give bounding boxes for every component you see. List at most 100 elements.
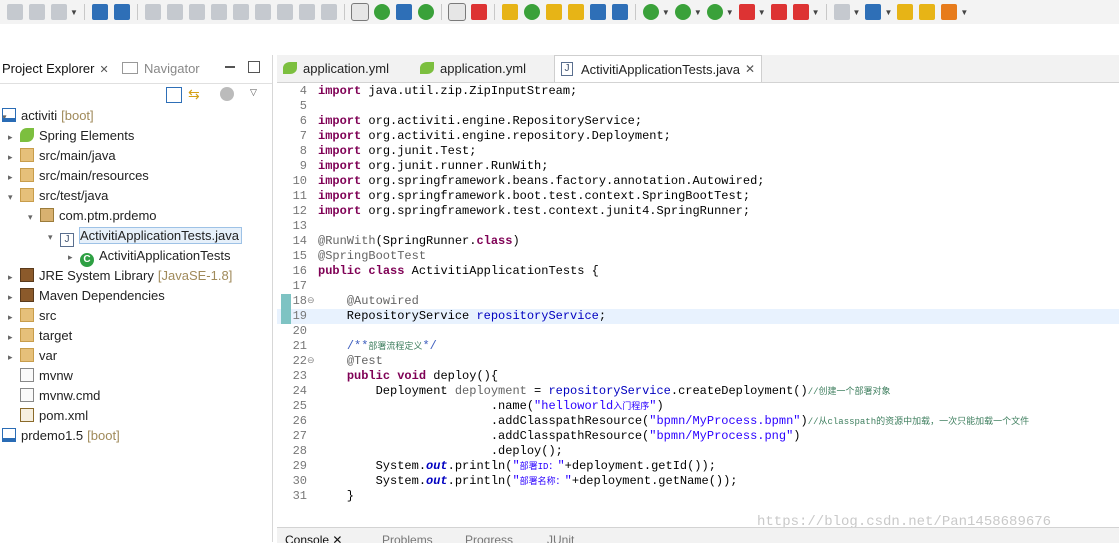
editor-tab-activiti-application-tests[interactable]: J ActivitiApplicationTests.java ✕	[554, 55, 762, 82]
spring-icon	[20, 128, 34, 142]
external-tools-icon[interactable]	[792, 4, 809, 20]
save-icon[interactable]	[7, 4, 23, 20]
step-into-icon[interactable]	[232, 4, 249, 20]
use-step-filters-icon[interactable]	[320, 4, 337, 20]
collapsed-arrow-icon[interactable]: ▸	[8, 167, 20, 187]
show-whitespace-icon[interactable]	[611, 4, 628, 20]
run-icon[interactable]	[674, 4, 691, 20]
run-last-tool-icon[interactable]	[738, 4, 755, 20]
drop-to-frame-icon[interactable]	[298, 4, 315, 20]
maximize-button[interactable]	[248, 61, 260, 73]
tree-item[interactable]: prdemo1.5 [boot]	[2, 426, 120, 446]
highlight-icon[interactable]	[545, 4, 562, 20]
stop-icon[interactable]	[770, 4, 787, 20]
spring-icon[interactable]	[865, 4, 882, 20]
suspend-icon[interactable]	[166, 4, 183, 20]
chevron-down-icon[interactable]: ▼	[70, 8, 78, 17]
new-server-icon[interactable]	[833, 4, 850, 20]
editor-tab-application-yml-1[interactable]: application.yml	[277, 55, 412, 82]
chevron-down-icon[interactable]: ▼	[853, 8, 861, 17]
tree-item[interactable]: ▸ Maven Dependencies	[8, 286, 165, 306]
monitor-icon[interactable]	[91, 4, 108, 20]
open-resource-icon[interactable]	[567, 4, 584, 20]
fold-icon[interactable]: ⊖	[307, 294, 315, 309]
collapsed-arrow-icon[interactable]: ▸	[8, 347, 20, 367]
skip-breakpoints-icon[interactable]	[113, 4, 130, 20]
save-all-icon[interactable]	[29, 4, 45, 20]
tree-item[interactable]: ▸ JRE System Library [JavaSE-1.8]	[8, 266, 232, 286]
tree-item[interactable]: mvnw	[8, 366, 73, 386]
open-task-icon[interactable]	[501, 4, 518, 20]
code-editor[interactable]: 4 import java.util.zip.ZipInputStream; 5 6 i…	[277, 82, 1119, 520]
collapsed-arrow-icon[interactable]: ▸	[8, 287, 20, 307]
chevron-down-icon[interactable]: ▼	[812, 8, 820, 17]
tree-item[interactable]: ▸ Spring Elements	[8, 126, 134, 146]
toggle-mark-occurrences-icon[interactable]	[350, 3, 369, 21]
collapsed-arrow-icon[interactable]: ▸	[8, 147, 20, 167]
tab-navigator[interactable]: Navigator	[122, 61, 200, 76]
chevron-down-icon[interactable]: ▼	[884, 8, 892, 17]
code-token: */	[422, 339, 437, 353]
step-return-icon[interactable]	[276, 4, 293, 20]
toggle-block-selection-icon[interactable]	[447, 3, 466, 21]
main-toolbar: ▼ ▼ ▼ ▼ ▼ ▼ ▼ ▼ ▼	[0, 0, 1119, 24]
chevron-down-icon[interactable]: ▼	[758, 8, 766, 17]
tree-item[interactable]: pom.xml	[8, 406, 88, 426]
open-folder-icon[interactable]	[897, 4, 914, 20]
spring-boot-dashboard-icon[interactable]	[417, 4, 434, 20]
eclipse-marketplace-icon[interactable]	[470, 4, 487, 20]
tree-item[interactable]: ▾ src/test/java	[8, 186, 108, 206]
publish-icon[interactable]	[51, 4, 67, 20]
chevron-down-icon[interactable]: ▼	[694, 8, 702, 17]
spring-launch-icon[interactable]	[941, 4, 958, 20]
code-line: 31 }	[277, 489, 1119, 504]
tab-project-explorer[interactable]: Project Explorer ✕	[2, 61, 109, 76]
tree-item[interactable]: ▸ src/main/resources	[8, 166, 149, 186]
view-menu-icon[interactable]: ▽	[250, 87, 264, 101]
disconnect-icon[interactable]	[210, 4, 227, 20]
close-icon[interactable]: ✕	[745, 56, 755, 83]
minimize-button[interactable]	[225, 66, 235, 68]
collapsed-arrow-icon[interactable]: ▸	[8, 127, 20, 147]
tree-item[interactable]: ▾activiti[boot]	[2, 106, 94, 126]
close-icon[interactable]: ✕	[99, 64, 108, 76]
collapsed-arrow-icon[interactable]: ▸	[68, 247, 80, 267]
tree-item[interactable]: ▸ src/main/java	[8, 146, 116, 166]
tree-item[interactable]: ▾ com.ptm.prdemo	[28, 206, 157, 226]
editor-tab-application-yml-2[interactable]: application.yml	[414, 55, 552, 82]
resume-icon[interactable]	[144, 4, 161, 20]
terminate-icon[interactable]	[188, 4, 205, 20]
tree-item[interactable]: ▸ target	[8, 326, 72, 346]
coverage-icon[interactable]	[706, 4, 723, 20]
code-text: System.out.println("部署名称："+deployment.ge…	[318, 474, 738, 490]
chevron-down-icon[interactable]: ▼	[726, 8, 734, 17]
tree-item[interactable]: mvnw.cmd	[8, 386, 100, 406]
code-token: //从classpath的资源中加载，一次只能加载一个文件	[807, 417, 1030, 427]
expanded-arrow-icon[interactable]: ▾	[48, 227, 60, 247]
chevron-down-icon[interactable]: ▼	[662, 8, 670, 17]
tree-item[interactable]: ▸ C ActivitiApplicationTests	[68, 246, 231, 267]
chevron-down-icon[interactable]: ▼	[960, 8, 968, 17]
tree-item[interactable]: ▾ J ActivitiApplicationTests.java	[48, 226, 242, 247]
java-icon[interactable]	[589, 4, 606, 20]
debug-icon[interactable]	[642, 4, 659, 20]
collapsed-arrow-icon[interactable]: ▸	[8, 267, 20, 287]
fold-icon[interactable]: ⊖	[307, 354, 315, 369]
collapsed-arrow-icon[interactable]: ▸	[8, 327, 20, 347]
package-icon	[40, 208, 54, 222]
link-with-editor-icon[interactable]: ⇆	[188, 87, 202, 101]
toolbar-separator	[343, 4, 345, 20]
tree-item[interactable]: ▸ src	[8, 306, 56, 326]
wiki-icon[interactable]	[373, 4, 390, 20]
collapse-all-icon[interactable]	[166, 87, 182, 103]
tree-item[interactable]: ▸ var	[8, 346, 57, 366]
open-type-icon[interactable]	[919, 4, 936, 20]
code-token: deployment	[454, 384, 527, 398]
collapsed-arrow-icon[interactable]: ▸	[8, 307, 20, 327]
next-annotation-icon[interactable]	[523, 4, 540, 20]
step-over-icon[interactable]	[254, 4, 271, 20]
expanded-arrow-icon[interactable]: ▾	[8, 187, 20, 207]
expanded-arrow-icon[interactable]: ▾	[28, 207, 40, 227]
a-icon[interactable]	[395, 4, 412, 20]
focus-active-task-icon[interactable]	[220, 87, 234, 101]
